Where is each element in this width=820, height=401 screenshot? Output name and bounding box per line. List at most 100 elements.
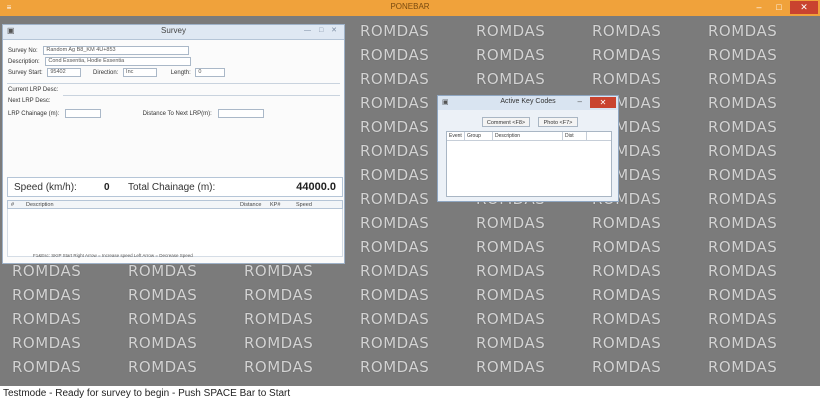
divider — [63, 95, 340, 96]
watermark-text: ROMDAS — [476, 358, 546, 376]
divider — [7, 83, 340, 84]
watermark-text: ROMDAS — [12, 286, 82, 304]
watermark-text: ROMDAS — [592, 214, 662, 232]
watermark-text: ROMDAS — [476, 70, 546, 88]
direction-field[interactable]: Inc — [123, 68, 158, 77]
survey-start-row: Survey Start: 95402 Direction: Inc Lengt… — [8, 68, 226, 77]
survey-no-field[interactable]: Random Ag B8_KM 4U+853 — [43, 46, 190, 55]
watermark-text: ROMDAS — [360, 262, 430, 280]
lrp-chainage-field — [64, 109, 101, 118]
watermark-text: ROMDAS — [592, 238, 662, 256]
distance-next-lrp-label: Distance To Next LRP(m): — [142, 111, 212, 118]
speed-value: 0 — [104, 182, 110, 193]
watermark-text: ROMDAS — [708, 334, 778, 352]
watermark-text: ROMDAS — [128, 286, 198, 304]
watermark-text: ROMDAS — [592, 286, 662, 304]
event-list-header: # Description Distance KP# Speed — [7, 200, 343, 209]
watermark-text: ROMDAS — [708, 166, 778, 184]
app-title: PONEBAR — [390, 2, 430, 11]
active-key-codes-dialog: ▣ Active Key Codes – ✕ Comment <F8> Phot… — [437, 95, 619, 202]
column-header[interactable]: # — [11, 202, 14, 208]
watermark-text: ROMDAS — [708, 286, 778, 304]
length-label: Length: — [170, 70, 191, 77]
key-codes-table[interactable]: Event Group Description Dist — [446, 131, 612, 197]
watermark-text: ROMDAS — [12, 358, 82, 376]
column-header[interactable]: Dist — [563, 132, 587, 140]
watermark-text: ROMDAS — [708, 190, 778, 208]
akc-close-button[interactable]: ✕ — [590, 97, 616, 108]
watermark-text: ROMDAS — [708, 310, 778, 328]
watermark-text: ROMDAS — [360, 286, 430, 304]
watermark-text: ROMDAS — [592, 334, 662, 352]
photo-button[interactable]: Photo <F7> — [538, 117, 578, 127]
watermark-text: ROMDAS — [476, 310, 546, 328]
column-header[interactable]: Event — [447, 132, 465, 140]
status-bar: Testmode - Ready for survey to begin - P… — [0, 386, 820, 401]
watermark-text: ROMDAS — [592, 310, 662, 328]
watermark-text: ROMDAS — [476, 22, 546, 40]
watermark-text: ROMDAS — [476, 262, 546, 280]
watermark-text: ROMDAS — [708, 238, 778, 256]
watermark-text: ROMDAS — [360, 190, 430, 208]
direction-label: Direction: — [93, 70, 119, 77]
column-header[interactable]: Description — [26, 202, 54, 208]
close-button[interactable]: ✕ — [790, 1, 818, 14]
watermark-text: ROMDAS — [244, 286, 314, 304]
distance-next-lrp-field — [217, 109, 264, 118]
comment-button[interactable]: Comment <F8> — [482, 117, 530, 127]
survey-title: Survey — [161, 26, 186, 35]
total-chainage-value: 44000.0 — [296, 181, 336, 193]
event-list[interactable] — [7, 209, 343, 257]
watermark-text: ROMDAS — [244, 262, 314, 280]
minimize-icon[interactable]: – — [578, 97, 582, 106]
lrp-chainage-row: LRP Chainage (m): Distance To Next LRP(m… — [8, 109, 264, 118]
watermark-text: ROMDAS — [592, 358, 662, 376]
speed-chainage-panel: Speed (km/h): 0 Total Chainage (m): 4400… — [7, 177, 343, 197]
column-header[interactable]: KP# — [270, 202, 280, 208]
watermark-text: ROMDAS — [476, 286, 546, 304]
watermark-text: ROMDAS — [360, 214, 430, 232]
watermark-text: ROMDAS — [360, 166, 430, 184]
watermark-text: ROMDAS — [708, 94, 778, 112]
current-lrp-label: Current LRP Desc: — [8, 87, 59, 93]
watermark-text: ROMDAS — [476, 46, 546, 64]
watermark-text: ROMDAS — [128, 262, 198, 280]
watermark-text: ROMDAS — [360, 310, 430, 328]
description-field[interactable]: Cond Essentia, Hodle Essentia — [45, 57, 192, 66]
watermark-text: ROMDAS — [476, 238, 546, 256]
column-header[interactable]: Description — [493, 132, 563, 140]
watermark-text: ROMDAS — [592, 70, 662, 88]
total-chainage-label: Total Chainage (m): — [128, 182, 216, 193]
column-header[interactable]: Speed — [296, 202, 312, 208]
watermark-text: ROMDAS — [360, 70, 430, 88]
watermark-text: ROMDAS — [128, 334, 198, 352]
akc-title-bar: ▣ Active Key Codes – ✕ — [438, 96, 618, 110]
length-field[interactable]: 0 — [195, 68, 226, 77]
watermark-text: ROMDAS — [708, 214, 778, 232]
description-row: Description: Cond Essentia, Hodle Essent… — [8, 57, 192, 66]
watermark-text: ROMDAS — [476, 334, 546, 352]
description-label: Description: — [8, 59, 40, 66]
survey-no-row: Survey No: Random Ag B8_KM 4U+853 — [8, 46, 190, 55]
watermark-text: ROMDAS — [244, 358, 314, 376]
speed-label: Speed (km/h): — [14, 182, 77, 193]
survey-start-label: Survey Start: — [8, 70, 43, 77]
watermark-text: ROMDAS — [708, 118, 778, 136]
watermark-text: ROMDAS — [128, 310, 198, 328]
watermark-text: ROMDAS — [128, 358, 198, 376]
column-header[interactable]: Group — [465, 132, 493, 140]
watermark-text: ROMDAS — [708, 262, 778, 280]
watermark-text: ROMDAS — [708, 22, 778, 40]
survey-window-controls[interactable]: — □ ✕ — [304, 26, 340, 34]
watermark-text: ROMDAS — [360, 94, 430, 112]
survey-no-label: Survey No: — [8, 48, 38, 55]
watermark-text: ROMDAS — [708, 70, 778, 88]
maximize-button[interactable]: □ — [770, 1, 788, 14]
survey-start-field[interactable]: 95402 — [47, 68, 82, 77]
current-lrp-row: Current LRP Desc: — [8, 87, 58, 93]
watermark-text: ROMDAS — [12, 310, 82, 328]
minimize-button[interactable]: – — [750, 1, 768, 14]
column-header[interactable]: Distance — [240, 202, 261, 208]
watermark-text: ROMDAS — [592, 262, 662, 280]
watermark-text: ROMDAS — [360, 22, 430, 40]
